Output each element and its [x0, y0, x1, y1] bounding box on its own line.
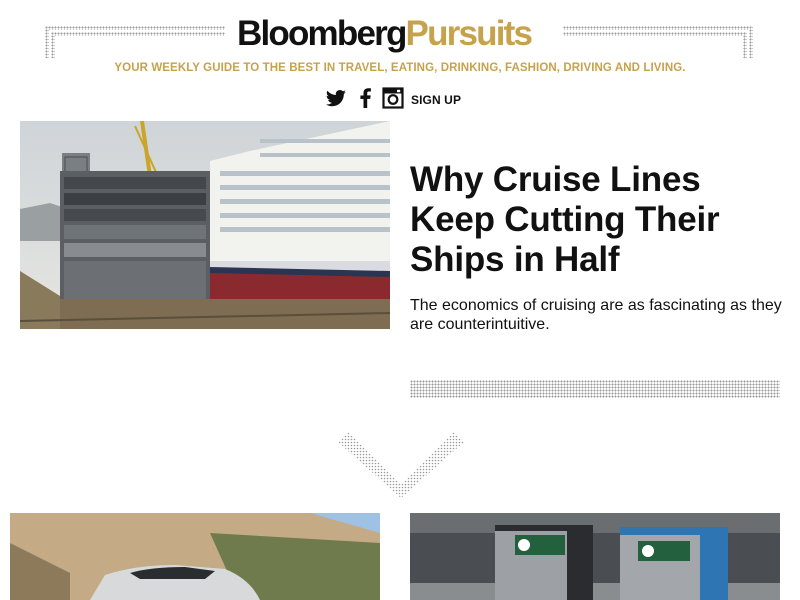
logo-wordmark-bloomberg: Bloomberg [237, 14, 407, 53]
hero-headline[interactable]: Why Cruise Lines Keep Cutting Their Ship… [410, 160, 780, 280]
instagram-icon[interactable] [381, 86, 405, 110]
header-decoration-right [563, 26, 753, 58]
facebook-icon[interactable] [354, 86, 378, 110]
tagline: YOUR WEEKLY GUIDE TO THE BEST IN TRAVEL,… [114, 62, 686, 74]
newsletter-page: BloombergPursuits YOUR WEEKLY GUIDE TO T… [0, 0, 800, 600]
header-decoration-left [45, 26, 225, 58]
hero-description: The economics of cruising are as fascina… [410, 297, 782, 333]
header: BloombergPursuits YOUR WEEKLY GUIDE TO T… [0, 0, 800, 120]
logo-wordmark-pursuits: Pursuits [405, 14, 533, 53]
sign-up-link[interactable]: SIGN UP [411, 93, 461, 107]
bloomberg-pursuits-logo[interactable]: BloombergPursuits [237, 12, 567, 56]
article-card-image-car[interactable] [10, 513, 380, 600]
twitter-icon[interactable] [324, 86, 348, 110]
hero-divider [410, 380, 780, 398]
article-card-image-bins[interactable] [410, 513, 780, 600]
hero-image[interactable] [20, 121, 390, 329]
chevron-down-icon[interactable] [338, 432, 464, 498]
cruise-ship-photo [20, 121, 390, 329]
